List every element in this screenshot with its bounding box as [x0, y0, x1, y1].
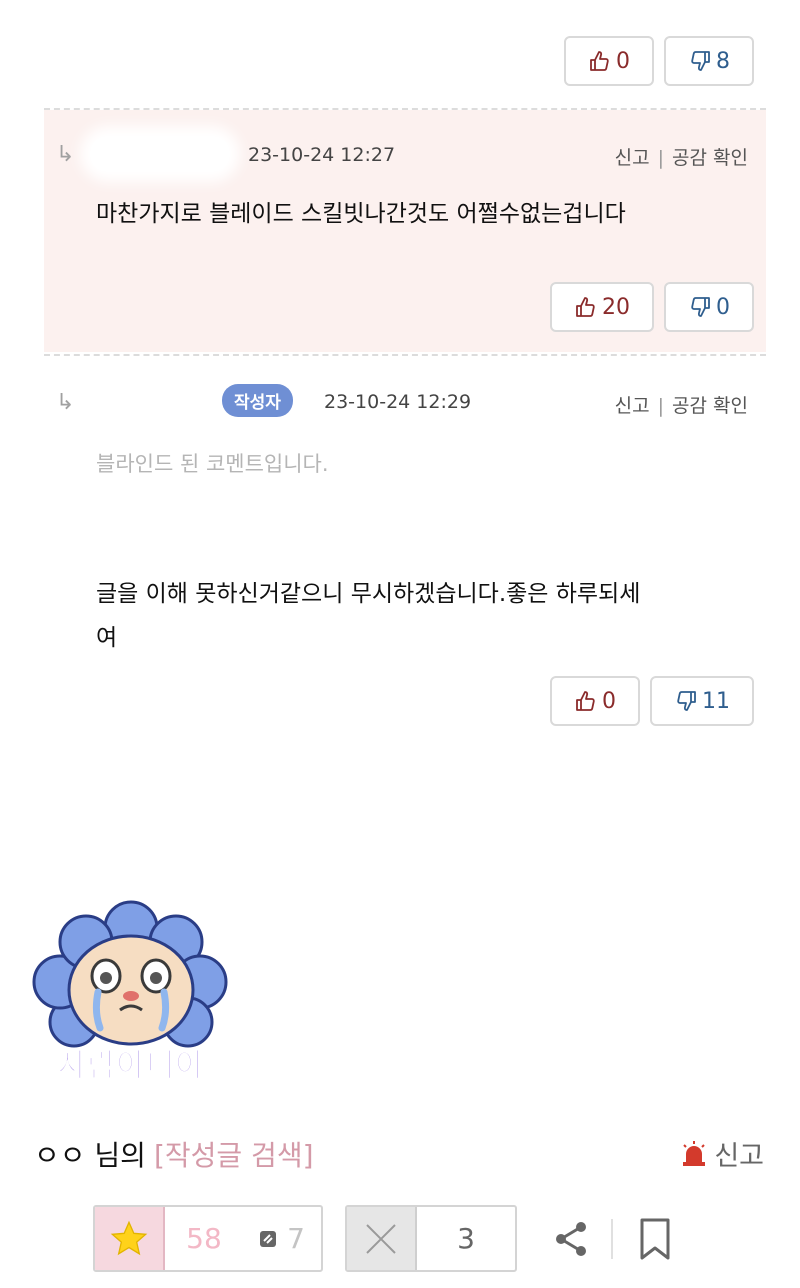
sticker-caption: 사람아니야 — [57, 1046, 204, 1084]
thumbs-down-icon — [677, 691, 696, 711]
downvote-button[interactable]: 11 — [650, 676, 754, 726]
top-vote-row: 0 8 — [564, 36, 754, 86]
thumbs-up-icon — [590, 51, 609, 71]
share-button[interactable] — [539, 1205, 603, 1272]
post-author-line: ㅇㅇ 님의 [작성글 검색] — [34, 1134, 314, 1174]
recommend-group: 58 7 — [93, 1205, 323, 1272]
thumbs-down-icon — [691, 297, 710, 317]
author-name: ㅇㅇ 님의 — [34, 1139, 146, 1172]
post-action-bar: 58 7 3 — [93, 1205, 687, 1272]
comment-actions: 신고 | 공감 확인 — [614, 147, 748, 169]
report-link[interactable]: 신고 — [615, 395, 650, 417]
report-post-button[interactable]: 신고 — [680, 1134, 764, 1173]
downvote-count: 8 — [716, 48, 730, 74]
empathy-check-link[interactable]: 공감 확인 — [672, 395, 748, 417]
thumbs-down-icon — [691, 51, 710, 71]
close-x-icon — [366, 1223, 396, 1254]
comment-timestamp: 23-10-24 12:27 — [248, 144, 396, 166]
report-link[interactable]: 신고 — [615, 147, 650, 169]
fixed-recommend-count-cell: 7 — [243, 1207, 321, 1270]
report-label: 신고 — [714, 1141, 764, 1172]
downvote-button[interactable]: 8 — [664, 36, 754, 86]
bookmark-button[interactable] — [623, 1205, 687, 1272]
crying-sticker: 사람아니야 — [32, 900, 228, 1085]
comment-text-line-2: 여 — [96, 625, 118, 651]
author-posts-search-link[interactable]: [작성글 검색] — [154, 1139, 314, 1172]
recommend-button[interactable] — [95, 1207, 165, 1270]
author-badge: 작성자 — [222, 384, 293, 417]
comment-vote-row: 20 0 — [550, 282, 754, 332]
nonrecommend-button[interactable] — [347, 1207, 417, 1270]
downvote-button[interactable]: 0 — [664, 282, 754, 332]
upvote-count: 20 — [602, 294, 630, 320]
author-name-hidden — [90, 384, 210, 418]
upvote-button[interactable]: 0 — [564, 36, 654, 86]
reply-arrow-icon: ↳ — [56, 390, 75, 415]
nonrecommend-group: 3 — [345, 1205, 517, 1272]
star-icon — [110, 1220, 148, 1255]
bookmark-icon — [640, 1218, 670, 1259]
upvote-button[interactable]: 20 — [550, 282, 654, 332]
comment-actions: 신고 | 공감 확인 — [614, 395, 748, 417]
thumbs-up-icon — [576, 297, 595, 317]
fixed-recommend-count: 7 — [287, 1222, 305, 1255]
fixed-recommend-icon — [260, 1230, 277, 1247]
upvote-count: 0 — [602, 688, 616, 714]
reply-comment-author: ↳ 작성자 23-10-24 12:29 신고 | 공감 확인 블라인드 된 코멘트… — [44, 356, 766, 736]
reply-arrow-icon: ↳ — [56, 142, 75, 167]
blinded-comment-text: 블라인드 된 코멘트입니다. — [96, 452, 329, 476]
comment-text: 마찬가지로 블레이드 스킬빗나간것도 어쩔수없는겁니다 — [96, 201, 626, 227]
downvote-count: 11 — [702, 688, 730, 714]
upvote-count: 0 — [616, 48, 630, 74]
nonrecommend-count: 3 — [457, 1222, 475, 1255]
siren-icon — [683, 1140, 706, 1166]
upvote-button[interactable]: 0 — [550, 676, 640, 726]
reply-comment: ↳ 23-10-24 12:27 신고 | 공감 확인 마찬가지로 블레이드 스킬빗… — [44, 110, 766, 352]
downvote-count: 0 — [716, 294, 730, 320]
empathy-check-link[interactable]: 공감 확인 — [672, 147, 748, 169]
author-name-hidden — [90, 136, 230, 172]
share-icon — [556, 1221, 586, 1256]
action-separator — [611, 1218, 613, 1259]
comment-text-line-1: 글을 이해 못하신거같으니 무시하겠습니다.좋은 하루되세 — [96, 581, 641, 607]
recommend-count: 58 — [186, 1222, 222, 1255]
comment-vote-row: 0 11 — [550, 676, 754, 726]
thumbs-up-icon — [576, 691, 595, 711]
comment-timestamp: 23-10-24 12:29 — [324, 391, 472, 413]
